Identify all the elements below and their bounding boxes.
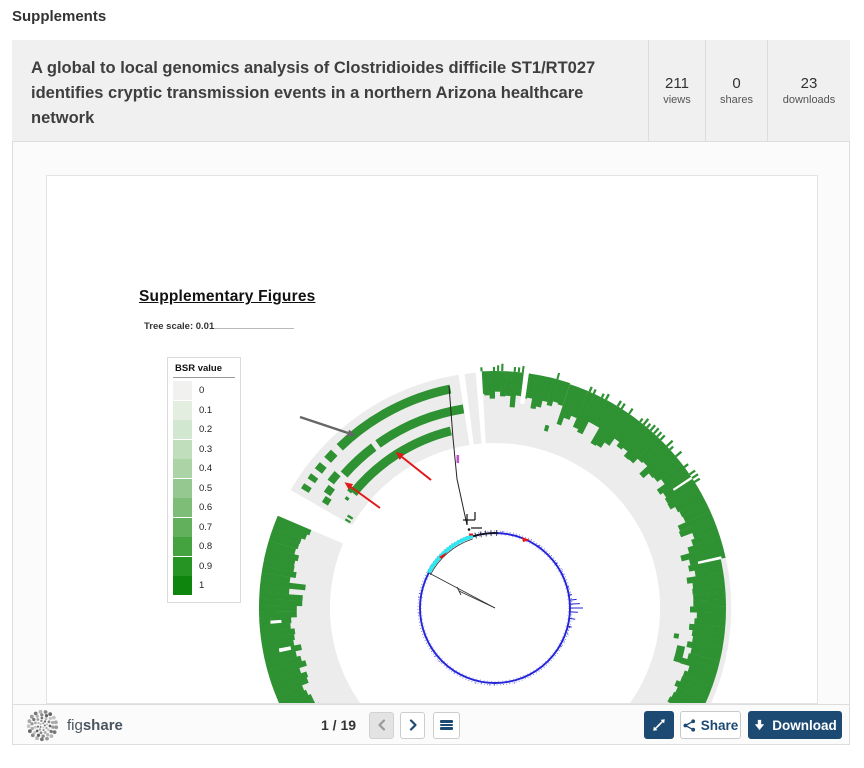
legend-color-swatch — [173, 420, 192, 440]
document-page: Supplementary Figures Tree scale: 0.01 B… — [46, 175, 818, 704]
views-label: views — [663, 94, 691, 106]
document-viewer: Supplementary Figures Tree scale: 0.01 B… — [13, 142, 849, 704]
legend-color-swatch — [173, 381, 192, 401]
toolbar-actions: Share Download — [644, 711, 842, 739]
next-page-button[interactable] — [400, 711, 426, 739]
figshare-logo-icon — [26, 709, 59, 741]
tree-scale-label: Tree scale: 0.01 — [144, 321, 215, 332]
share-button[interactable]: Share — [680, 711, 741, 739]
download-button-label: Download — [772, 717, 837, 733]
shares-stat: 0 shares — [705, 40, 767, 141]
page-title: Supplements — [12, 8, 107, 25]
legend-row: 0.3 — [173, 439, 235, 460]
downloads-label: downloads — [782, 94, 836, 106]
views-count: 211 — [665, 75, 689, 92]
pages-menu-button[interactable] — [433, 711, 461, 739]
download-icon — [755, 719, 765, 730]
shares-label: shares — [719, 94, 754, 106]
legend-row: 0 — [173, 381, 235, 401]
legend-row: 0.7 — [173, 517, 235, 538]
legend-value-label: 0.6 — [199, 502, 213, 514]
legend-color-swatch — [173, 537, 192, 557]
tree-scale-bar — [214, 328, 294, 329]
fullscreen-button[interactable] — [644, 711, 674, 739]
downloads-stat: 23 downloads — [767, 40, 850, 141]
figshare-wordmark: figshare — [67, 716, 123, 734]
article-header: A global to local genomics analysis of C… — [12, 40, 850, 141]
chevron-left-icon — [377, 719, 385, 731]
legend-color-swatch — [173, 556, 192, 576]
legend-row: 0.8 — [173, 537, 235, 557]
legend-row: 0.9 — [173, 556, 235, 577]
legend-value-label: 0.3 — [199, 443, 213, 455]
legend-value-label: 0.8 — [199, 541, 213, 553]
chevron-right-icon — [409, 719, 417, 731]
legend-color-swatch — [173, 576, 192, 596]
legend-row: 0.1 — [173, 400, 235, 421]
share-icon — [683, 718, 695, 732]
legend-row: 0.4 — [173, 459, 235, 479]
download-button[interactable]: Download — [748, 711, 842, 739]
shares-count: 0 — [732, 75, 741, 92]
figshare-brand[interactable]: figshare — [26, 708, 123, 742]
legend-rows: 0 0.1 0.2 0.3 0.4 0.5 0.6 0.7 0.8 0.9 1 — [173, 381, 235, 596]
legend-value-label: 0.1 — [199, 404, 213, 416]
legend-row: 1 — [173, 576, 235, 596]
legend-title: BSR value — [173, 362, 235, 378]
expand-arrows-icon — [653, 719, 665, 731]
legend-value-label: 0.4 — [199, 463, 213, 475]
viewer-toolbar: figshare 1 / 19 Share Download — [13, 704, 849, 744]
legend-color-swatch — [173, 439, 192, 459]
legend-row: 0.5 — [173, 478, 235, 499]
downloads-count: 23 — [800, 75, 818, 92]
share-button-label: Share — [700, 717, 739, 733]
views-stat: 211 views — [648, 40, 705, 141]
legend-color-swatch — [173, 498, 192, 518]
legend-value-label: 0.9 — [199, 560, 213, 572]
legend-color-swatch — [173, 400, 192, 420]
legend-value-label: 0.2 — [199, 424, 213, 436]
bsr-value-legend: BSR value 0 0.1 0.2 0.3 0.4 0.5 0.6 0.7 0.8 0.9 1 — [167, 357, 241, 603]
article-title: A global to local genomics analysis of C… — [31, 59, 596, 127]
legend-color-swatch — [173, 478, 192, 498]
figure-title: Supplementary Figures — [139, 288, 316, 305]
page-indicator: 1 / 19 — [321, 717, 357, 733]
previous-page-button[interactable] — [369, 711, 395, 739]
phylogenetic-tree-figure — [258, 363, 732, 703]
legend-color-swatch — [173, 459, 192, 479]
legend-value-label: 0.5 — [199, 482, 213, 494]
legend-color-swatch — [173, 517, 192, 537]
figshare-viewer-widget: Supplementary Figures Tree scale: 0.01 B… — [12, 141, 850, 745]
legend-value-label: 1 — [199, 580, 205, 592]
legend-row: 0.2 — [173, 420, 235, 440]
pager: 1 / 19 — [321, 711, 461, 739]
legend-value-label: 0 — [199, 385, 205, 397]
legend-value-label: 0.7 — [199, 521, 213, 533]
legend-row: 0.6 — [173, 498, 235, 518]
hamburger-menu-icon — [440, 719, 454, 731]
